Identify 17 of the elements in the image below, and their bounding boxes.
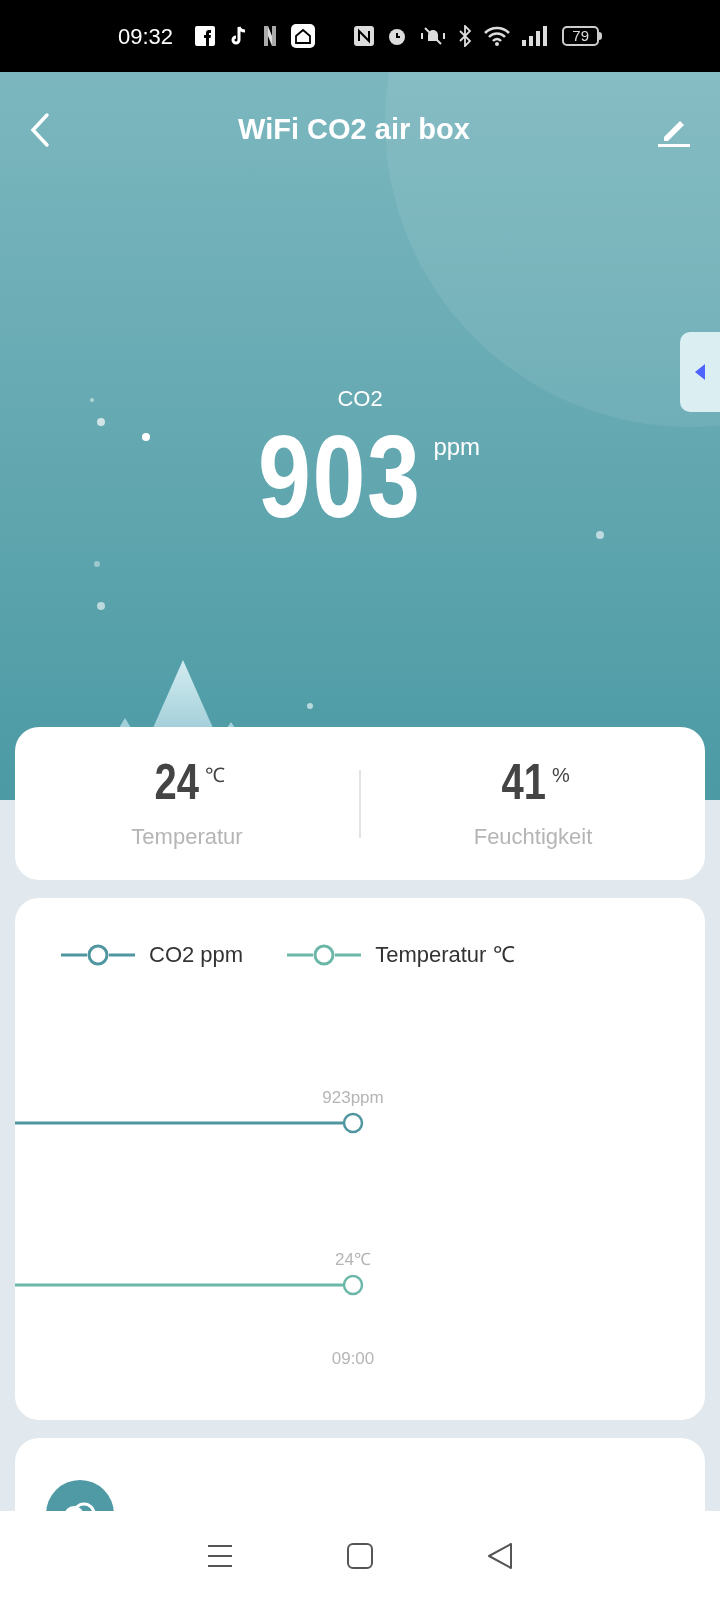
value-label: 923ppm <box>322 1088 384 1107</box>
legend-label: Temperatur ℃ <box>375 941 515 969</box>
summary-unit: ℃ <box>204 763 225 788</box>
battery-indicator: 79 <box>562 26 602 46</box>
axis-label: 09:00 <box>331 1349 375 1368</box>
value-label: 24℃ <box>335 1250 371 1269</box>
summary-value: 41 <box>501 754 547 810</box>
co2-value: 903 <box>257 415 422 539</box>
reading-label: CO2 <box>337 385 383 413</box>
summary-value: 24 <box>154 754 200 810</box>
summary-label: Feuchtigkeit <box>473 823 593 851</box>
summary-unit: % <box>551 763 570 788</box>
co2-unit: ppm <box>433 432 481 462</box>
summary-label: Temperatur <box>131 823 243 851</box>
status-time: 09:32 <box>118 22 174 51</box>
page-title: WiFi CO2 air box <box>237 112 471 148</box>
legend-label: CO2 ppm <box>149 941 244 969</box>
